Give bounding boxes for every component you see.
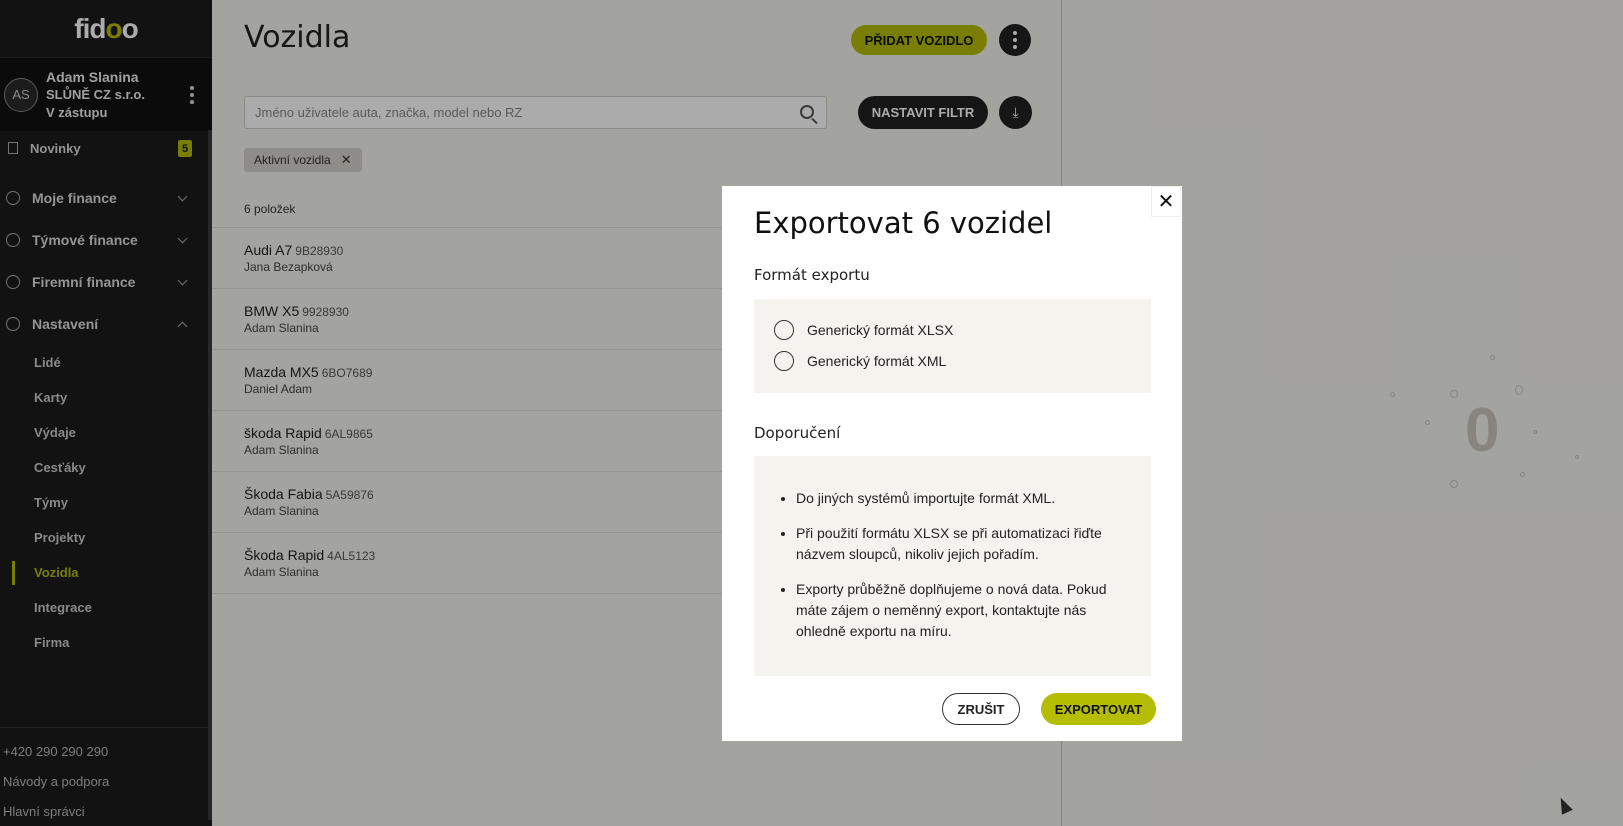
recommendation-item: Exporty průběžně doplňujeme o nová data.… (796, 579, 1136, 642)
radio-circle-icon (774, 320, 794, 340)
recommendation-item: Při použití formátu XLSX se při automati… (796, 523, 1136, 565)
export-dialog: ✕ Exportovat 6 vozidel Formát exportu Ge… (722, 186, 1182, 741)
format-heading: Formát exportu (754, 266, 870, 284)
recommendation-box: Do jiných systémů importujte formát XML.… (754, 456, 1151, 676)
format-options: Generický formát XLSX Generický formát X… (754, 299, 1151, 393)
dialog-title: Exportovat 6 vozidel (754, 206, 1053, 240)
recommendation-item: Do jiných systémů importujte formát XML. (796, 488, 1136, 509)
cancel-button[interactable]: ZRUŠIT (942, 693, 1020, 725)
close-icon[interactable]: ✕ (1151, 186, 1181, 217)
radio-xml[interactable]: Generický formát XML (774, 351, 946, 371)
radio-label: Generický formát XLSX (807, 322, 954, 338)
export-button[interactable]: EXPORTOVAT (1041, 693, 1156, 725)
recommendation-list: Do jiných systémů importujte formát XML.… (796, 488, 1136, 656)
radio-label: Generický formát XML (807, 353, 947, 369)
recommendation-heading: Doporučení (754, 424, 841, 442)
radio-circle-icon (774, 351, 794, 371)
radio-xlsx[interactable]: Generický formát XLSX (774, 320, 953, 340)
